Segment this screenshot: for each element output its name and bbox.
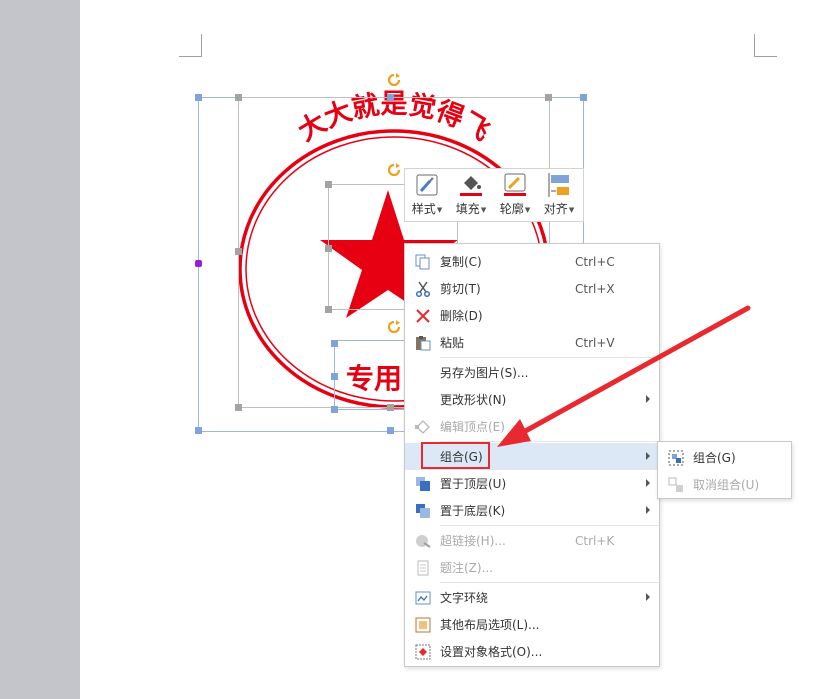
rotate-handle-icon[interactable] xyxy=(387,320,401,334)
group-submenu: 组合(G) 取消组合(U) xyxy=(657,441,792,499)
menu-item-edit-points[interactable]: 编辑顶点(E) xyxy=(405,413,659,440)
menu-item-label: 题注(Z)... xyxy=(440,561,494,575)
rotate-handle-icon[interactable] xyxy=(387,73,401,87)
menu-item-label: 文字环绕 xyxy=(440,591,489,605)
red-highlight-box xyxy=(421,442,490,469)
resize-handle[interactable] xyxy=(331,406,338,413)
align-icon xyxy=(548,173,569,197)
menu-item-label: 另存为图片(S)... xyxy=(440,366,529,380)
menu-item-copy[interactable]: 复制(C) Ctrl+C xyxy=(405,248,659,275)
submenu-arrow-icon xyxy=(646,593,650,601)
layout-options-icon xyxy=(415,617,431,632)
menu-item-format-object[interactable]: 设置对象格式(O)... xyxy=(405,638,659,665)
context-menu: 复制(C) Ctrl+C 剪切(T) Ctrl+X 删除(D) 粘贴 Ctrl+… xyxy=(404,243,660,667)
resize-handle[interactable] xyxy=(331,340,338,347)
paste-icon xyxy=(416,335,431,350)
fill-button[interactable]: 填充▼ xyxy=(449,173,493,221)
rotate-handle-icon[interactable] xyxy=(387,163,401,177)
resize-handle[interactable] xyxy=(235,94,242,101)
outline-pen-icon xyxy=(504,173,526,196)
style-button[interactable]: 样式▼ xyxy=(405,173,449,221)
menu-item-bring-to-front[interactable]: 置于顶层(U) xyxy=(405,470,659,497)
bring-to-front-icon xyxy=(416,476,430,491)
submenu-arrow-icon xyxy=(646,479,650,487)
resize-handle[interactable] xyxy=(331,373,338,380)
menu-item-text-wrap[interactable]: 文字环绕 xyxy=(405,584,659,611)
menu-item-label: 设置对象格式(O)... xyxy=(440,645,543,659)
menu-item-label: 置于顶层(U) xyxy=(440,477,507,491)
menu-item-cut[interactable]: 剪切(T) Ctrl+X xyxy=(405,275,659,302)
resize-handle[interactable] xyxy=(325,306,332,313)
menu-item-send-to-back[interactable]: 置于底层(K) xyxy=(405,497,659,524)
ungroup-icon xyxy=(668,477,683,492)
fill-bucket-icon xyxy=(460,176,482,196)
adjust-handle[interactable] xyxy=(195,260,202,267)
resize-handle[interactable] xyxy=(235,404,242,411)
menu-item-label: 更改形状(N) xyxy=(440,393,507,407)
menu-item-label: 组合(G) xyxy=(693,451,736,465)
send-to-back-icon xyxy=(416,503,430,518)
menu-item-group[interactable]: 组合(G) xyxy=(405,442,659,470)
menu-item-label: 其他布局选项(L)... xyxy=(440,618,540,632)
outline-label: 轮廓 xyxy=(499,202,524,216)
submenu-arrow-icon xyxy=(646,452,650,460)
submenu-arrow-icon xyxy=(646,395,650,403)
text-selection-frame[interactable] xyxy=(334,340,414,410)
caption-icon xyxy=(417,560,429,575)
menu-item-save-as-picture[interactable]: 另存为图片(S)... xyxy=(405,359,659,386)
menu-item-other-layout-options[interactable]: 其他布局选项(L)... xyxy=(405,611,659,638)
resize-handle[interactable] xyxy=(580,94,587,101)
menu-item-shortcut: Ctrl+V xyxy=(575,335,615,350)
resize-handle[interactable] xyxy=(387,94,394,101)
menu-item-label: 超链接(H)... xyxy=(440,534,506,548)
resize-handle[interactable] xyxy=(387,427,394,434)
scissors-icon xyxy=(415,281,431,297)
menu-item-delete[interactable]: 删除(D) xyxy=(405,302,659,329)
menu-item-label: 复制(C) xyxy=(440,255,482,269)
menu-item-label: 取消组合(U) xyxy=(693,478,760,492)
menu-item-caption[interactable]: 题注(Z)... xyxy=(405,554,659,581)
menu-separator xyxy=(440,357,659,358)
style-label: 样式 xyxy=(411,202,436,216)
menu-item-shortcut: Ctrl+C xyxy=(575,254,615,269)
menu-item-label: 剪切(T) xyxy=(440,282,481,296)
menu-item-paste[interactable]: 粘贴 Ctrl+V xyxy=(405,329,659,356)
fill-label: 填充 xyxy=(455,202,480,216)
resize-handle[interactable] xyxy=(195,94,202,101)
menu-separator xyxy=(440,582,659,583)
copy-icon xyxy=(415,254,430,269)
resize-handle[interactable] xyxy=(195,427,202,434)
floating-mini-toolbar: 样式▼ 填充▼ 轮廓▼ 对齐▼ xyxy=(404,168,584,222)
delete-x-icon xyxy=(416,308,430,323)
menu-item-hyperlink[interactable]: 超链接(H)... Ctrl+K xyxy=(405,527,659,554)
resize-handle[interactable] xyxy=(325,245,332,252)
edit-points-icon xyxy=(415,419,430,434)
resize-handle[interactable] xyxy=(325,181,332,188)
menu-item-label: 粘贴 xyxy=(440,336,465,350)
outline-button[interactable]: 轮廓▼ xyxy=(493,173,537,221)
menu-item-label: 置于底层(K) xyxy=(440,504,506,518)
menu-item-label: 编辑顶点(E) xyxy=(440,420,505,434)
submenu-item-ungroup[interactable]: 取消组合(U) xyxy=(658,471,791,498)
resize-handle[interactable] xyxy=(545,94,552,101)
hyperlink-icon xyxy=(416,534,431,548)
menu-item-shortcut: Ctrl+K xyxy=(575,533,615,548)
group-icon xyxy=(668,450,684,465)
resize-handle[interactable] xyxy=(387,404,394,411)
resize-handle[interactable] xyxy=(235,248,242,255)
menu-item-change-shape[interactable]: 更改形状(N) xyxy=(405,386,659,413)
align-button[interactable]: 对齐▼ xyxy=(537,173,581,221)
submenu-item-group[interactable]: 组合(G) xyxy=(658,444,791,471)
align-label: 对齐 xyxy=(543,202,568,216)
submenu-arrow-icon xyxy=(646,506,650,514)
menu-separator xyxy=(440,525,659,526)
format-object-icon xyxy=(415,644,431,659)
style-icon xyxy=(416,174,438,196)
menu-item-shortcut: Ctrl+X xyxy=(575,281,615,296)
menu-item-label: 删除(D) xyxy=(440,309,483,323)
text-wrap-icon xyxy=(415,591,431,604)
